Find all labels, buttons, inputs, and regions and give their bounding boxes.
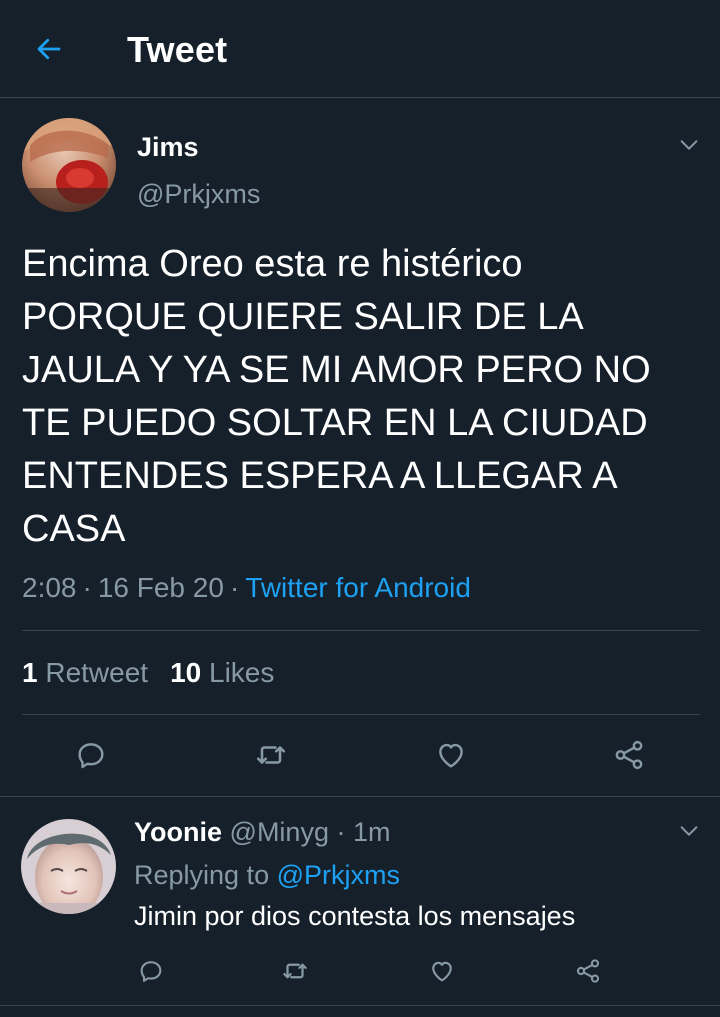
reply-text: Jimin por dios contesta los mensajes	[134, 901, 576, 931]
tweet-source-link[interactable]: Twitter for Android	[245, 572, 471, 603]
tweet-options-button[interactable]	[674, 130, 704, 160]
tweet-meta: 2:08 · 16 Feb 20 · Twitter for Android	[22, 570, 471, 606]
retweet-icon	[283, 963, 307, 979]
tweet-time: 2:08	[22, 572, 77, 603]
like-label: Likes	[209, 657, 275, 688]
reply-separator: ·	[336, 817, 346, 847]
back-button[interactable]	[28, 28, 70, 70]
page-title: Tweet	[127, 29, 228, 70]
reply-options-button[interactable]	[674, 816, 704, 846]
author-avatar[interactable]	[22, 118, 116, 212]
reply-author-avatar[interactable]	[21, 819, 116, 914]
reply-share-button[interactable]	[571, 954, 605, 988]
share-icon	[576, 959, 600, 983]
heart-icon	[439, 743, 463, 768]
retweet-label: Retweet	[45, 657, 149, 688]
replying-to-handle[interactable]: @Prkjxms	[277, 860, 400, 890]
retweet-count: 1	[22, 657, 38, 688]
retweets-stat[interactable]: 1 Retweet	[22, 657, 148, 688]
reply-reply-button[interactable]	[134, 954, 168, 988]
reply-header: Yoonie @Minyg · 1m	[134, 815, 391, 849]
reply-button[interactable]	[70, 734, 112, 776]
divider	[0, 1005, 720, 1006]
reply-like-button[interactable]	[425, 954, 459, 988]
reply-icon	[78, 743, 104, 769]
replying-to: Replying to @Prkjxms	[134, 858, 400, 892]
replying-to-label: Replying to	[134, 860, 270, 890]
reply-time: 1m	[353, 817, 391, 847]
chevron-down-icon	[680, 140, 698, 150]
like-button[interactable]	[430, 734, 472, 776]
top-bar: Tweet	[0, 0, 720, 98]
tweet-stats: 1 Retweet 10 Likes	[22, 655, 274, 691]
reply-author-handle[interactable]: @Minyg	[230, 817, 329, 847]
arrow-left-icon	[37, 38, 61, 60]
share-icon	[615, 740, 643, 770]
avatar-photo	[22, 118, 116, 212]
reply-author-name[interactable]: Yoonie	[134, 817, 222, 847]
divider	[0, 796, 720, 797]
retweet-button[interactable]	[250, 734, 292, 776]
retweet-icon	[256, 746, 286, 764]
reply-retweet-button[interactable]	[278, 954, 312, 988]
like-count: 10	[170, 657, 202, 688]
meta-separator: ·	[229, 572, 240, 603]
divider	[22, 630, 700, 631]
tweet-text: Encima Oreo esta re histérico PORQUE QUI…	[22, 243, 651, 550]
meta-separator: ·	[82, 572, 92, 603]
tweet-date: 16 Feb 20	[97, 572, 224, 603]
avatar-photo	[21, 819, 116, 914]
share-button[interactable]	[608, 734, 650, 776]
tweet-detail-screen: Tweet Jims @Prkjxms Encima Oreo esta re	[0, 0, 720, 1017]
author-handle[interactable]: @Prkjxms	[137, 178, 260, 210]
chevron-down-icon	[680, 826, 698, 836]
heart-icon	[432, 961, 452, 982]
likes-stat[interactable]: 10 Likes	[170, 657, 274, 688]
reply-icon	[140, 961, 162, 982]
divider	[22, 714, 700, 715]
author-name[interactable]: Jims	[137, 131, 199, 163]
